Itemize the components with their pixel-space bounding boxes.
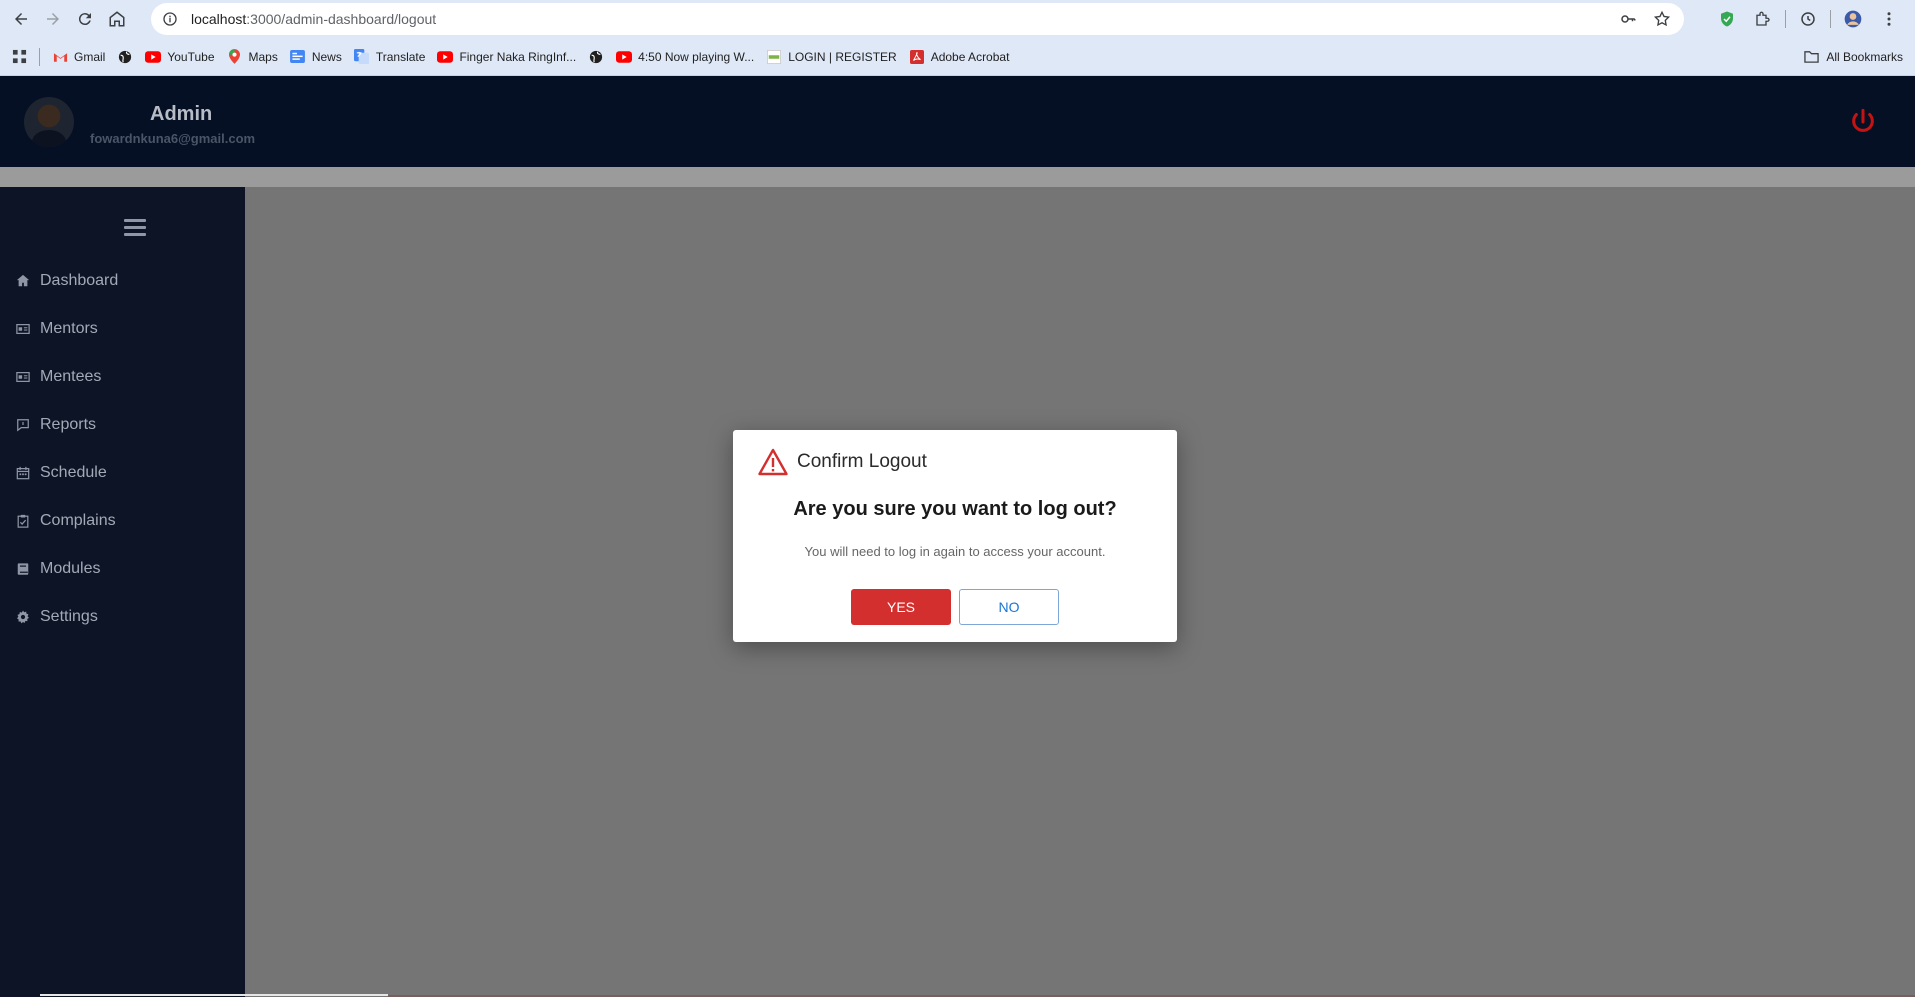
history-icon[interactable] xyxy=(1794,5,1822,33)
sidebar-item-label: Complains xyxy=(40,512,116,529)
scroll-indicator xyxy=(40,994,388,996)
more-menu-icon[interactable] xyxy=(1875,5,1903,33)
comment-icon xyxy=(15,418,30,433)
id-card-icon xyxy=(15,370,30,385)
shield-extension-icon[interactable] xyxy=(1713,5,1741,33)
youtube-icon xyxy=(145,49,162,65)
browser-toolbar: localhost:3000/admin-dashboard/logout xyxy=(0,0,1915,38)
bookmark-item[interactable] xyxy=(111,43,139,71)
bookmark-item[interactable]: Adobe Acrobat xyxy=(903,43,1016,71)
home-button-icon[interactable] xyxy=(102,4,132,34)
news-icon xyxy=(290,49,306,65)
url-host: localhost xyxy=(191,11,247,27)
bookmark-item[interactable]: Finger Naka RingInf... xyxy=(431,43,582,71)
bookmark-item[interactable]: LOGIN | REGISTER xyxy=(760,43,902,71)
bookmark-item[interactable]: 4:50 Now playing W... xyxy=(610,43,760,71)
sidebar-item-settings[interactable]: Settings xyxy=(0,593,245,641)
no-button[interactable]: NO xyxy=(959,589,1059,625)
profile-avatar-icon[interactable] xyxy=(1839,5,1867,33)
maps-icon xyxy=(227,49,243,65)
bookmark-label: Translate xyxy=(375,49,426,64)
sidebar-item-label: Settings xyxy=(40,608,98,625)
apps-grid-icon[interactable] xyxy=(0,43,33,71)
sidebar-item-label: Mentors xyxy=(40,320,98,337)
sidebar-item-reports[interactable]: Reports xyxy=(0,401,245,449)
url-text[interactable]: localhost:3000/admin-dashboard/logout xyxy=(191,11,436,27)
address-bar[interactable]: localhost:3000/admin-dashboard/logout xyxy=(151,3,1684,35)
sidebar-item-label: Dashboard xyxy=(40,272,119,289)
warning-icon xyxy=(758,448,788,476)
sidebar-item-mentors[interactable]: Mentors xyxy=(0,305,245,353)
bookmark-item[interactable] xyxy=(582,43,610,71)
bookmark-label: YouTube xyxy=(167,49,215,64)
bookmark-label: LOGIN | REGISTER xyxy=(788,49,897,64)
bookmark-item[interactable]: Maps xyxy=(221,43,284,71)
forward-icon[interactable] xyxy=(38,4,68,34)
extensions-puzzle-icon[interactable] xyxy=(1749,5,1777,33)
gmail-icon xyxy=(52,49,68,65)
bookmark-list: Gmail YouTube Maps News Translate Finger Naka… xyxy=(46,43,1015,71)
bookmark-item[interactable]: Gmail xyxy=(46,43,111,71)
home-icon xyxy=(15,274,30,289)
yes-button[interactable]: YES xyxy=(851,589,951,625)
sidebar-item-label: Reports xyxy=(40,416,97,433)
bookmark-label: 4:50 Now playing W... xyxy=(638,49,755,64)
acrobat-icon xyxy=(909,49,925,65)
dialog-message: You will need to log in again to access … xyxy=(804,544,1106,559)
toolbar-divider xyxy=(1830,10,1831,28)
sidebar: Dashboard Mentors Mentees Reports Schedule Co… xyxy=(0,187,245,997)
bookmark-label: Adobe Acrobat xyxy=(930,49,1010,64)
youtube-icon xyxy=(616,49,633,65)
bookmark-label: News xyxy=(311,49,342,64)
sidebar-item-dashboard[interactable]: Dashboard xyxy=(0,257,245,305)
sidebar-item-mentees[interactable]: Mentees xyxy=(0,353,245,401)
bookmarks-bar: Gmail YouTube Maps News Translate Finger Naka… xyxy=(0,38,1915,76)
sidebar-item-complains[interactable]: Complains xyxy=(0,497,245,545)
youtube-icon xyxy=(437,49,454,65)
admin-email: fowardnkuna6@gmail.com xyxy=(90,131,256,146)
site-icon xyxy=(766,49,782,65)
sidebar-item-label: Modules xyxy=(40,560,101,577)
avatar[interactable] xyxy=(24,97,74,147)
translate-icon xyxy=(354,49,370,65)
app-header: Admin fowardnkuna6@gmail.com xyxy=(0,76,1915,167)
sidebar-menu: Dashboard Mentors Mentees Reports Schedule Co… xyxy=(0,257,245,641)
book-icon xyxy=(15,562,30,577)
bookmark-star-icon[interactable] xyxy=(1650,7,1674,31)
gear-icon xyxy=(15,610,30,625)
all-bookmarks-button[interactable]: All Bookmarks xyxy=(1804,43,1903,71)
confirm-logout-dialog: Confirm Logout Are you sure you want to … xyxy=(733,430,1177,642)
admin-name: Admin xyxy=(150,103,213,125)
folder-icon xyxy=(1804,49,1820,65)
bookmark-item[interactable]: Translate xyxy=(348,43,432,71)
id-card-icon xyxy=(15,322,30,337)
globe-icon xyxy=(588,49,604,65)
sidebar-item-label: Mentees xyxy=(40,368,102,385)
back-icon[interactable] xyxy=(6,4,36,34)
url-path: :3000/admin-dashboard/logout xyxy=(246,11,437,27)
bookmark-item[interactable]: News xyxy=(284,43,348,71)
sidebar-item-modules[interactable]: Modules xyxy=(0,545,245,593)
bookmark-label: Finger Naka RingInf... xyxy=(459,49,577,64)
power-icon[interactable] xyxy=(1849,108,1877,136)
bookmark-item[interactable]: YouTube xyxy=(139,43,220,71)
sidebar-item-schedule[interactable]: Schedule xyxy=(0,449,245,497)
password-key-icon[interactable] xyxy=(1616,7,1640,31)
bookmark-label: Gmail xyxy=(74,49,106,64)
bookmarks-divider xyxy=(39,47,40,66)
dialog-title: Confirm Logout xyxy=(797,451,927,472)
clipboard-check-icon xyxy=(15,514,30,529)
sidebar-item-label: Schedule xyxy=(40,464,107,481)
calendar-icon xyxy=(15,466,30,481)
all-bookmarks-label: All Bookmarks xyxy=(1826,50,1903,64)
toolbar-divider xyxy=(1785,10,1786,28)
globe-icon xyxy=(117,49,133,65)
site-info-icon[interactable] xyxy=(159,8,181,30)
hamburger-menu-icon[interactable] xyxy=(124,219,146,237)
dialog-question: Are you sure you want to log out? xyxy=(793,498,1117,520)
header-divider-strip xyxy=(0,167,1915,187)
bookmark-label: Maps xyxy=(248,49,278,64)
reload-icon[interactable] xyxy=(70,4,100,34)
